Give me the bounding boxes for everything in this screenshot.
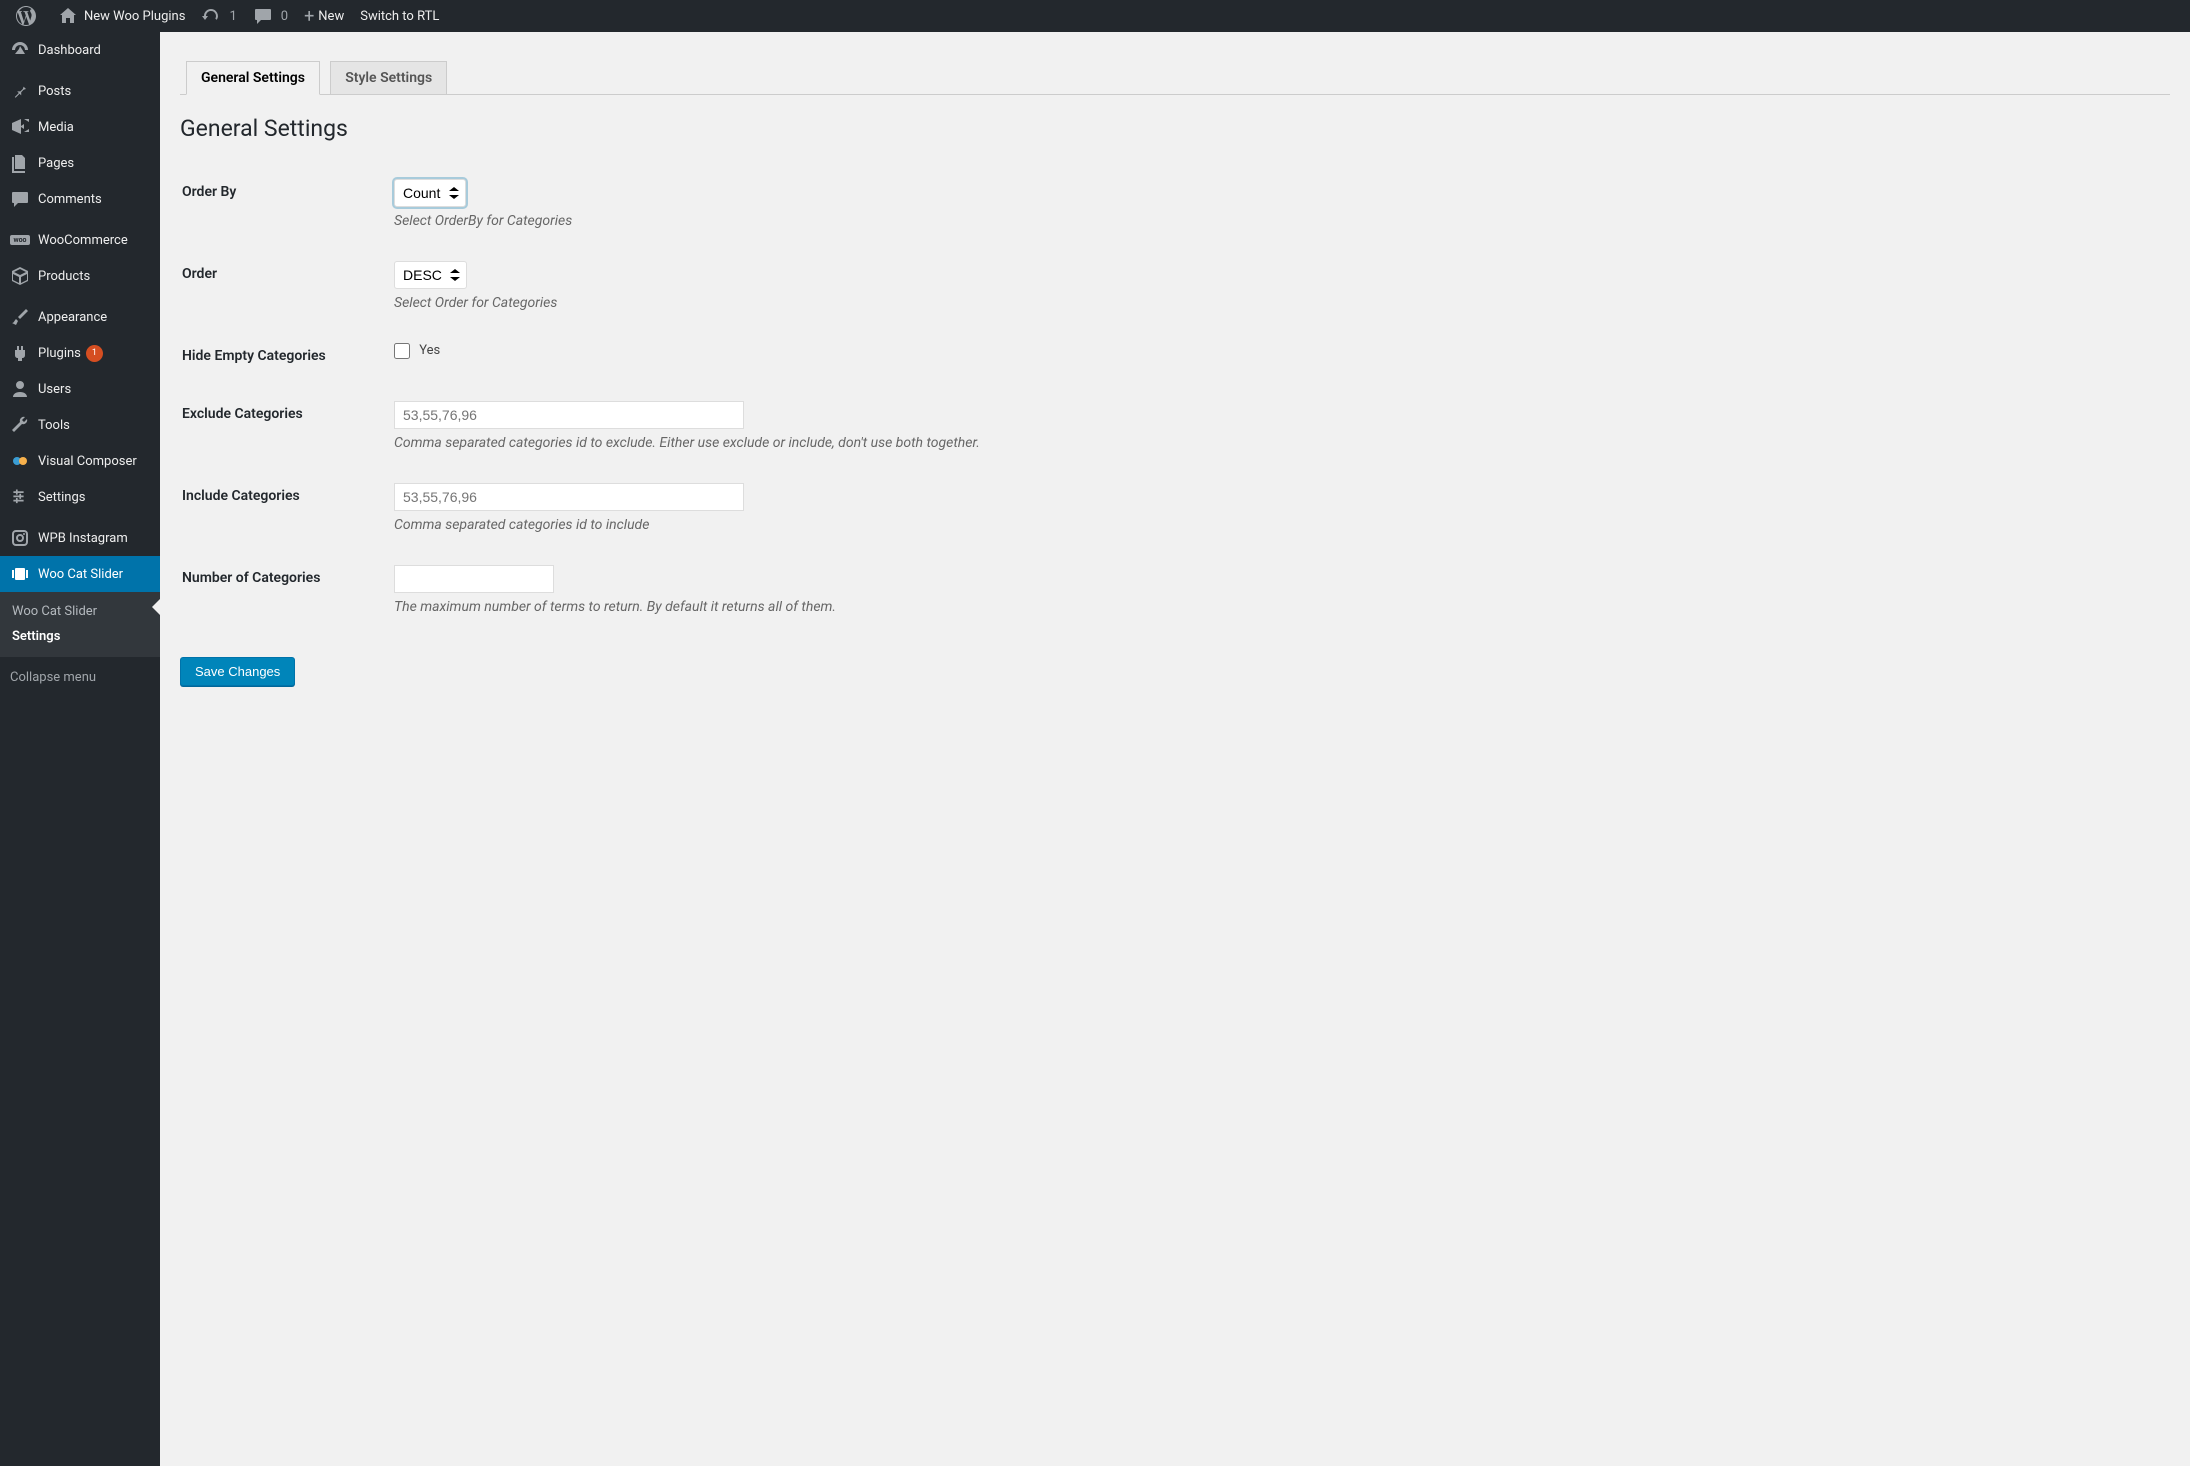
settings-form: Order By Count Select OrderBy for Catego… (180, 162, 2170, 632)
sidebar-item-label: Pages (38, 156, 74, 171)
admin-sidebar: Dashboard Posts Media Pages Comments woo… (0, 32, 160, 1466)
sidebar-item-settings[interactable]: Settings (0, 479, 160, 515)
pin-icon (10, 81, 30, 101)
order-by-label: Order By (182, 164, 382, 244)
sidebar-item-woo-cat-slider[interactable]: Woo Cat Slider (0, 556, 160, 592)
brush-icon (10, 307, 30, 327)
sidebar-item-label: Posts (38, 84, 71, 99)
save-changes-button[interactable]: Save Changes (180, 657, 295, 686)
wrench-icon (10, 415, 30, 435)
order-by-help: Select OrderBy for Categories (394, 213, 2158, 229)
switch-rtl-link[interactable]: Switch to RTL (352, 0, 447, 32)
rtl-label: Switch to RTL (360, 9, 439, 24)
sidebar-item-label: WPB Instagram (38, 531, 128, 546)
number-label: Number of Categories (182, 550, 382, 630)
sidebar-item-appearance[interactable]: Appearance (0, 299, 160, 335)
updates-icon (201, 6, 221, 26)
sidebar-item-plugins[interactable]: Plugins 1 (0, 335, 160, 371)
new-label: New (318, 9, 344, 24)
sidebar-item-visual-composer[interactable]: Visual Composer (0, 443, 160, 479)
sidebar-item-posts[interactable]: Posts (0, 73, 160, 109)
home-icon (58, 6, 78, 26)
hide-empty-checkbox[interactable] (394, 343, 410, 359)
tab-style-settings[interactable]: Style Settings (330, 61, 447, 94)
media-icon (10, 117, 30, 137)
plugin-update-badge: 1 (86, 345, 103, 362)
site-home-link[interactable]: New Woo Plugins (50, 0, 193, 32)
collapse-menu-button[interactable]: Collapse menu (0, 662, 160, 693)
comments-link[interactable]: 0 (245, 0, 296, 32)
tabs-wrapper: General Settings Style Settings (180, 52, 2170, 95)
submenu-item-main[interactable]: Woo Cat Slider (0, 599, 160, 624)
include-input[interactable] (394, 483, 744, 511)
number-input[interactable] (394, 565, 554, 593)
sidebar-item-label: Woo Cat Slider (38, 567, 123, 582)
woo-icon: woo (10, 230, 30, 250)
order-select[interactable]: DESC (394, 261, 467, 289)
exclude-label: Exclude Categories (182, 386, 382, 466)
slider-icon (10, 564, 30, 584)
sidebar-item-comments[interactable]: Comments (0, 181, 160, 217)
hide-empty-label: Hide Empty Categories (182, 328, 382, 384)
user-icon (10, 379, 30, 399)
vc-icon (10, 451, 30, 471)
plus-icon: + (304, 6, 314, 27)
number-help: The maximum number of terms to return. B… (394, 599, 2158, 615)
sidebar-item-label: Settings (38, 490, 85, 505)
settings-icon (10, 487, 30, 507)
dashboard-icon (10, 40, 30, 60)
sidebar-item-pages[interactable]: Pages (0, 145, 160, 181)
submenu-item-settings[interactable]: Settings (0, 624, 160, 649)
include-label: Include Categories (182, 468, 382, 548)
sidebar-item-label: Tools (38, 418, 70, 433)
order-label: Order (182, 246, 382, 326)
sidebar-item-wpb-instagram[interactable]: WPB Instagram (0, 520, 160, 556)
include-help: Comma separated categories id to include (394, 517, 2158, 533)
sidebar-item-label: Plugins (38, 346, 81, 361)
updates-count: 1 (229, 9, 236, 24)
sidebar-item-woocommerce[interactable]: woo WooCommerce (0, 222, 160, 258)
exclude-help: Comma separated categories id to exclude… (394, 435, 2158, 451)
comment-icon (10, 189, 30, 209)
sidebar-item-tools[interactable]: Tools (0, 407, 160, 443)
sidebar-item-products[interactable]: Products (0, 258, 160, 294)
products-icon (10, 266, 30, 286)
sidebar-item-users[interactable]: Users (0, 371, 160, 407)
plug-icon (10, 343, 30, 363)
sidebar-item-dashboard[interactable]: Dashboard (0, 32, 160, 68)
collapse-label: Collapse menu (10, 670, 96, 685)
hide-empty-checkbox-label: Yes (419, 343, 440, 358)
main-content: General Settings Style Settings General … (160, 32, 2190, 726)
wordpress-icon (16, 6, 36, 26)
hide-empty-checkbox-wrap[interactable]: Yes (394, 343, 440, 358)
sidebar-item-label: Visual Composer (38, 454, 137, 469)
submenu-woo-cat-slider: Woo Cat Slider Settings (0, 592, 160, 657)
exclude-input[interactable] (394, 401, 744, 429)
sidebar-item-label: Products (38, 269, 90, 284)
admin-toolbar: New Woo Plugins 1 0 + New Switch to RTL (0, 0, 2190, 32)
comment-icon (253, 6, 273, 26)
sidebar-item-label: Users (38, 382, 71, 397)
wp-logo[interactable] (8, 0, 50, 32)
sidebar-item-label: Dashboard (38, 43, 101, 58)
pages-icon (10, 153, 30, 173)
sidebar-item-label: Comments (38, 192, 102, 207)
new-content-link[interactable]: + New (296, 0, 352, 32)
updates-link[interactable]: 1 (193, 0, 244, 32)
instagram-icon (10, 528, 30, 548)
sidebar-item-label: Appearance (38, 310, 107, 325)
sidebar-item-media[interactable]: Media (0, 109, 160, 145)
sidebar-item-label: WooCommerce (38, 233, 128, 248)
order-by-select[interactable]: Count (394, 179, 466, 207)
tab-general-settings[interactable]: General Settings (186, 61, 320, 95)
sidebar-item-label: Media (38, 120, 74, 135)
site-name: New Woo Plugins (84, 9, 185, 24)
comments-count: 0 (281, 9, 288, 24)
page-title: General Settings (180, 115, 2170, 142)
order-help: Select Order for Categories (394, 295, 2158, 311)
